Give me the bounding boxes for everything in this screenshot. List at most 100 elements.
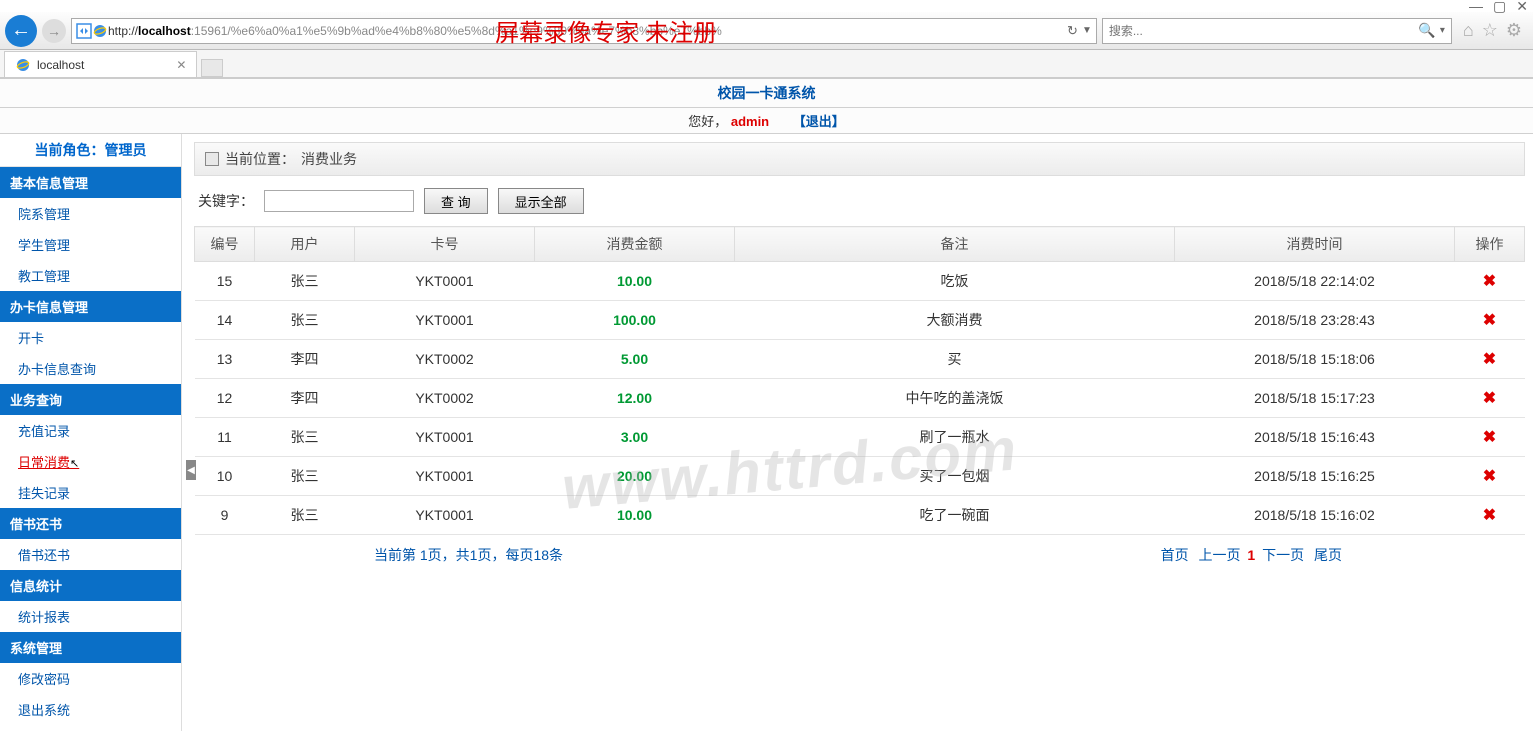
delete-row-button[interactable]: ✖ (1455, 340, 1525, 379)
table-cell: 12.00 (535, 379, 735, 418)
column-header: 消费时间 (1175, 227, 1455, 262)
menu-item[interactable]: 修改密码 (0, 663, 181, 694)
browser-search-box[interactable]: 🔍 ▾ (1102, 18, 1452, 44)
refresh-icon[interactable]: ↻ (1067, 23, 1078, 39)
table-cell: 张三 (255, 457, 355, 496)
breadcrumb: 当前位置： 消费业务 (194, 142, 1525, 176)
menu-item[interactable]: 日常消费↖ (0, 446, 181, 477)
table-cell: 2018/5/18 15:17:23 (1175, 379, 1455, 418)
table-cell: 买了一包烟 (735, 457, 1175, 496)
table-cell: 2018/5/18 15:16:43 (1175, 418, 1455, 457)
table-cell: YKT0001 (355, 301, 535, 340)
delete-row-button[interactable]: ✖ (1455, 301, 1525, 340)
table-cell: YKT0002 (355, 379, 535, 418)
query-button[interactable]: 查 询 (424, 188, 488, 214)
table-cell: 10.00 (535, 262, 735, 301)
menu-group-header: 业务查询 (0, 384, 181, 415)
favorites-icon[interactable]: ☆ (1482, 20, 1498, 41)
table-cell: YKT0002 (355, 340, 535, 379)
data-table: 编号用户卡号消费金额备注消费时间操作 15张三YKT000110.00吃饭201… (194, 226, 1525, 535)
pager-first[interactable]: 首页 (1161, 547, 1189, 563)
ie-logo-icon (92, 23, 108, 39)
content-area: 当前位置： 消费业务 关键字： 查 询 显示全部 编号用户卡号消费金额备注消费时… (182, 134, 1533, 731)
greeting-text: 您好， (688, 114, 727, 129)
forward-button[interactable]: → (42, 19, 66, 43)
new-tab-button[interactable] (201, 59, 223, 77)
menu-group-header: 系统管理 (0, 632, 181, 663)
compat-view-icon[interactable] (76, 23, 92, 39)
breadcrumb-label: 当前位置： (225, 149, 295, 169)
tools-icon[interactable]: ⚙ (1506, 20, 1522, 41)
table-cell: 张三 (255, 262, 355, 301)
menu-item[interactable]: 开卡 (0, 322, 181, 353)
minimize-icon[interactable]: — (1469, 0, 1483, 15)
pager-links: 首页 上一页 1 下一页 尾页 (1158, 545, 1345, 565)
table-cell: 大额消费 (735, 301, 1175, 340)
table-cell: 5.00 (535, 340, 735, 379)
close-window-icon[interactable]: ✕ (1516, 0, 1528, 15)
tab-title: localhost (37, 58, 84, 72)
menu-item[interactable]: 院系管理 (0, 198, 181, 229)
table-cell: 2018/5/18 15:16:25 (1175, 457, 1455, 496)
menu-item[interactable]: 统计报表 (0, 601, 181, 632)
menu-item[interactable]: 挂失记录 (0, 477, 181, 508)
logout-link[interactable]: 【退出】 (793, 114, 845, 129)
column-header: 卡号 (355, 227, 535, 262)
table-cell: 3.00 (535, 418, 735, 457)
table-cell: 15 (195, 262, 255, 301)
window-title-bar: — ▢ ✕ (0, 0, 1533, 12)
sidebar-collapse-handle[interactable]: ◀ (186, 460, 196, 480)
menu-item[interactable]: 教工管理 (0, 260, 181, 291)
dropdown-icon[interactable]: ▼ (1082, 25, 1092, 36)
menu-item[interactable]: 借书还书 (0, 539, 181, 570)
table-cell: 张三 (255, 301, 355, 340)
table-cell: 11 (195, 418, 255, 457)
table-cell: YKT0001 (355, 457, 535, 496)
menu-item[interactable]: 办卡信息查询 (0, 353, 181, 384)
system-title: 校园一卡通系统 (0, 79, 1533, 108)
cursor-icon: ↖ (70, 458, 79, 470)
home-icon[interactable]: ⌂ (1463, 20, 1474, 41)
pager-prev[interactable]: 上一页 (1199, 547, 1241, 563)
search-icon[interactable]: 🔍 (1418, 22, 1435, 39)
pager-next[interactable]: 下一页 (1262, 547, 1304, 563)
browser-search-input[interactable] (1109, 24, 1419, 38)
pager-last[interactable]: 尾页 (1314, 547, 1342, 563)
menu-item[interactable]: 退出系统 (0, 694, 181, 725)
table-cell: 2018/5/18 23:28:43 (1175, 301, 1455, 340)
search-dropdown-icon[interactable]: ▾ (1440, 25, 1445, 36)
table-cell: 10 (195, 457, 255, 496)
menu-item[interactable]: 学生管理 (0, 229, 181, 260)
browser-tab[interactable]: localhost ✕ (4, 51, 197, 77)
delete-row-button[interactable]: ✖ (1455, 262, 1525, 301)
pager-current: 1 (1247, 547, 1255, 563)
table-cell: 刷了一瓶水 (735, 418, 1175, 457)
table-cell: 2018/5/18 22:14:02 (1175, 262, 1455, 301)
delete-row-button[interactable]: ✖ (1455, 496, 1525, 535)
column-header: 备注 (735, 227, 1175, 262)
table-cell: 李四 (255, 340, 355, 379)
user-bar: 您好， admin 【退出】 (0, 108, 1533, 134)
menu-item[interactable]: 充值记录 (0, 415, 181, 446)
table-cell: 吃饭 (735, 262, 1175, 301)
tab-close-icon[interactable]: ✕ (176, 58, 186, 72)
column-header: 编号 (195, 227, 255, 262)
column-header: 用户 (255, 227, 355, 262)
table-cell: 12 (195, 379, 255, 418)
show-all-button[interactable]: 显示全部 (498, 188, 584, 214)
delete-row-button[interactable]: ✖ (1455, 457, 1525, 496)
delete-row-button[interactable]: ✖ (1455, 418, 1525, 457)
sidebar: 当前角色：管理员 基本信息管理院系管理学生管理教工管理办卡信息管理开卡办卡信息查… (0, 134, 182, 731)
delete-row-button[interactable]: ✖ (1455, 379, 1525, 418)
maximize-icon[interactable]: ▢ (1493, 0, 1506, 15)
browser-chrome: — ▢ ✕ ← → http://localhost:15961/%e6%a0%… (0, 0, 1533, 79)
menu-group-header: 借书还书 (0, 508, 181, 539)
back-button[interactable]: ← (5, 15, 37, 47)
table-row: 9张三YKT000110.00吃了一碗面2018/5/18 15:16:02✖ (195, 496, 1525, 535)
address-bar[interactable]: http://localhost:15961/%e6%a0%a1%e5%9b%a… (71, 18, 1097, 44)
table-cell: 14 (195, 301, 255, 340)
tab-bar: localhost ✕ (0, 50, 1533, 78)
table-cell: 2018/5/18 15:16:02 (1175, 496, 1455, 535)
column-header: 操作 (1455, 227, 1525, 262)
keyword-input[interactable] (264, 190, 414, 212)
